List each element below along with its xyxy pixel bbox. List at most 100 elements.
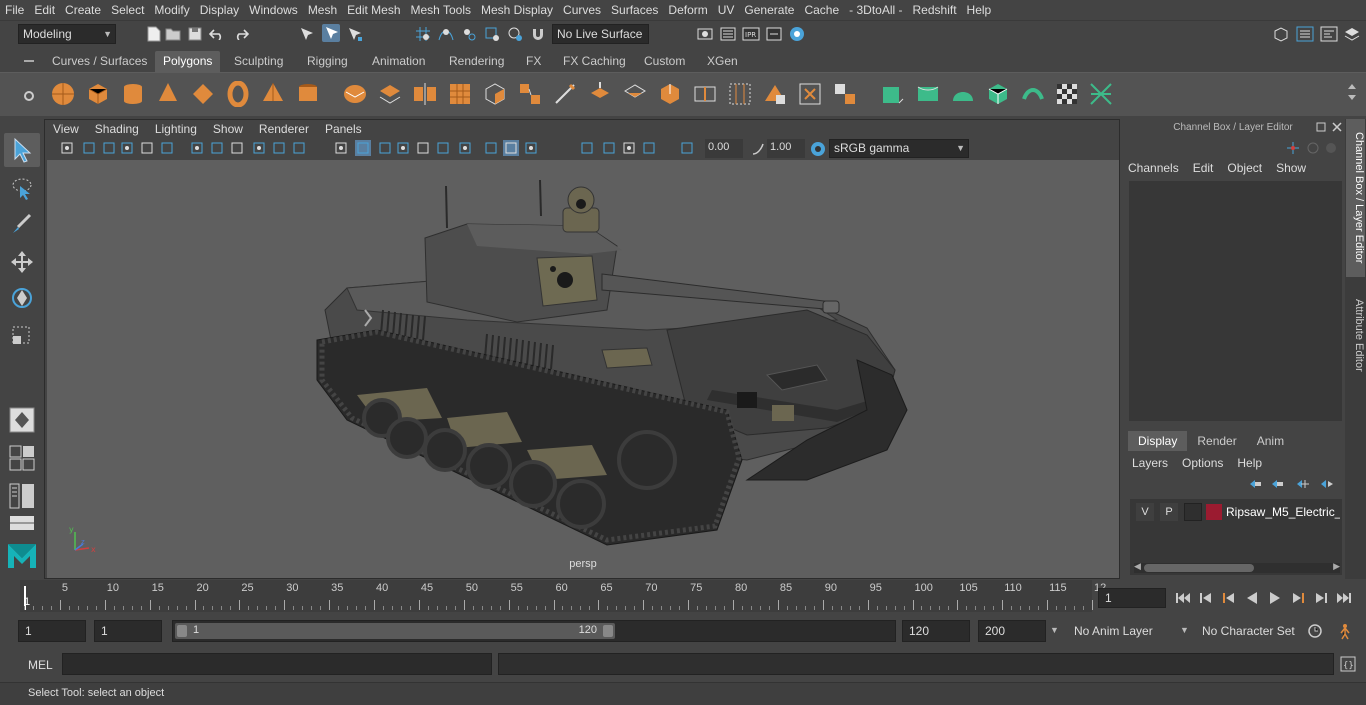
offset-loop-icon[interactable] <box>725 79 755 109</box>
viewport-menu-view[interactable]: View <box>45 122 87 136</box>
tank-model[interactable]: y x z <box>47 160 1119 578</box>
grid-icon[interactable] <box>189 140 205 156</box>
exposure-field[interactable]: 0.00 <box>705 139 743 158</box>
shelf-tab-polygons[interactable]: Polygons <box>155 51 221 72</box>
merge-icon[interactable] <box>830 79 860 109</box>
depth-of-field-icon[interactable] <box>523 140 539 156</box>
menu-select[interactable]: Select <box>106 0 149 20</box>
shelf-tab-curves-surfaces[interactable]: Curves / Surfaces <box>44 51 155 72</box>
character-set-selector[interactable]: No Character Set <box>1196 620 1300 642</box>
multi-cut-icon[interactable] <box>550 79 580 109</box>
channel-box-menu-edit[interactable]: Edit <box>1193 161 1214 175</box>
select-component-icon[interactable] <box>346 25 364 43</box>
range-end-handle[interactable] <box>603 625 613 637</box>
manipulator-icon[interactable] <box>1284 139 1302 157</box>
layer-visibility-toggle[interactable]: V <box>1136 503 1154 521</box>
open-scene-icon[interactable] <box>164 25 182 43</box>
layer-horizontal-scrollbar[interactable]: ◀ ▶ <box>1134 561 1340 573</box>
range-slider-track[interactable]: 1 120 <box>172 620 896 642</box>
menu-deform[interactable]: Deform <box>663 0 712 20</box>
viewport-menu-show[interactable]: Show <box>205 122 251 136</box>
end-time-field[interactable]: 200 <box>978 620 1046 642</box>
textured-icon[interactable] <box>395 140 411 156</box>
combine-icon[interactable] <box>340 79 370 109</box>
shelf-settings-gear-icon[interactable] <box>20 87 38 105</box>
mel-label[interactable]: MEL <box>28 658 53 672</box>
menu-modify[interactable]: Modify <box>149 0 194 20</box>
xray-icon[interactable] <box>601 140 617 156</box>
animation-preferences-icon[interactable] <box>1336 622 1354 640</box>
append-icon[interactable] <box>655 79 685 109</box>
gamma-icon[interactable] <box>749 140 767 158</box>
scroll-right-icon[interactable]: ▶ <box>1333 561 1340 572</box>
poly-cone-icon[interactable] <box>153 79 183 109</box>
motion-blur-icon[interactable] <box>483 140 499 156</box>
poly-torus-icon[interactable] <box>223 79 253 109</box>
shelf-tab-fx[interactable]: FX <box>518 51 549 72</box>
menu-create[interactable]: Create <box>60 0 106 20</box>
ipr-render-icon[interactable]: IPR <box>742 25 760 43</box>
lasso-tool-icon[interactable] <box>4 171 40 205</box>
scroll-left-icon[interactable]: ◀ <box>1134 561 1141 572</box>
outliner-layout-icon[interactable] <box>4 479 40 513</box>
step-back-key-icon[interactable] <box>1220 589 1238 607</box>
anim-layer-selector[interactable]: No Anim Layer <box>1068 620 1168 642</box>
chevron-down-icon[interactable]: ▼ <box>1180 625 1189 635</box>
menu-cache[interactable]: Cache <box>799 0 844 20</box>
live-surface-field[interactable]: No Live Surface <box>552 24 649 44</box>
scrollbar-thumb[interactable] <box>1144 564 1254 572</box>
resolution-gate-icon[interactable] <box>229 140 245 156</box>
tab-attribute-editor[interactable]: Attribute Editor <box>1346 285 1365 385</box>
playback-end-field[interactable]: 120 <box>902 620 970 642</box>
tool-settings-toggle-icon[interactable] <box>1343 25 1361 43</box>
poly-pyramid-icon[interactable] <box>258 79 288 109</box>
playback-start-field[interactable]: 1 <box>94 620 162 642</box>
float-panel-icon[interactable] <box>1314 120 1328 134</box>
default-material-icon[interactable] <box>377 140 393 156</box>
film-gate-icon[interactable] <box>209 140 225 156</box>
start-time-field[interactable]: 1 <box>18 620 86 642</box>
move-tool-icon[interactable] <box>4 245 40 279</box>
two-pane-layout-icon[interactable] <box>4 513 40 533</box>
menu-generate[interactable]: Generate <box>739 0 799 20</box>
viewport-menu-lighting[interactable]: Lighting <box>147 122 205 136</box>
image-plane-icon[interactable] <box>119 140 135 156</box>
play-forwards-icon[interactable] <box>1266 589 1284 607</box>
menu-mesh[interactable]: Mesh <box>303 0 342 20</box>
mel-command-input[interactable] <box>62 653 492 675</box>
menu-edit[interactable]: Edit <box>29 0 60 20</box>
bookmark-icon[interactable] <box>101 140 117 156</box>
layer-tab-display[interactable]: Display <box>1128 431 1188 451</box>
range-start-handle[interactable] <box>177 625 187 637</box>
layer-menu-options[interactable]: Options <box>1182 456 1223 470</box>
auto-key-icon[interactable] <box>1306 622 1324 640</box>
layer-menu-help[interactable]: Help <box>1237 456 1262 470</box>
layer-name[interactable]: Ripsaw_M5_Electric_Ta <box>1226 503 1340 521</box>
menu-3dtoall[interactable]: - 3DtoAll - <box>844 0 907 20</box>
menu-help[interactable]: Help <box>962 0 997 20</box>
shelf-tab-animation[interactable]: Animation <box>364 51 433 72</box>
channel-box-menu-show[interactable]: Show <box>1276 161 1306 175</box>
camera-attributes-icon[interactable] <box>81 140 97 156</box>
menu-windows[interactable]: Windows <box>244 0 303 20</box>
uv-unfold-icon[interactable] <box>1018 79 1048 109</box>
render-frame-icon[interactable] <box>719 25 737 43</box>
time-ruler[interactable]: 1 5 10 15 20 25 30 35 40 45 50 55 60 65 70 75 80 85 90 95 1… <box>20 580 1106 612</box>
new-layer-icon[interactable] <box>1294 475 1312 493</box>
ambient-occlusion-icon[interactable] <box>457 140 473 156</box>
channel-box-toggle-icon[interactable] <box>1296 25 1314 43</box>
range-slider-bar[interactable]: 1 120 <box>175 623 615 639</box>
new-scene-icon[interactable] <box>145 25 163 43</box>
uv-planar-icon[interactable] <box>878 79 908 109</box>
step-forward-key-icon[interactable] <box>1289 589 1307 607</box>
mode-selector[interactable]: Modeling ▼ <box>18 24 116 44</box>
current-frame-field[interactable]: 1 <box>1098 588 1166 608</box>
layer-tab-anim[interactable]: Anim <box>1246 431 1295 451</box>
viewport-menu-shading[interactable]: Shading <box>87 122 147 136</box>
perspective-viewport[interactable]: y x z persp <box>47 160 1119 578</box>
select-hierarchy-icon[interactable] <box>298 25 316 43</box>
fill-hole-icon[interactable] <box>795 79 825 109</box>
gamma-field[interactable]: 1.00 <box>767 139 805 158</box>
select-object-icon[interactable] <box>322 24 340 42</box>
select-camera-icon[interactable] <box>59 140 75 156</box>
